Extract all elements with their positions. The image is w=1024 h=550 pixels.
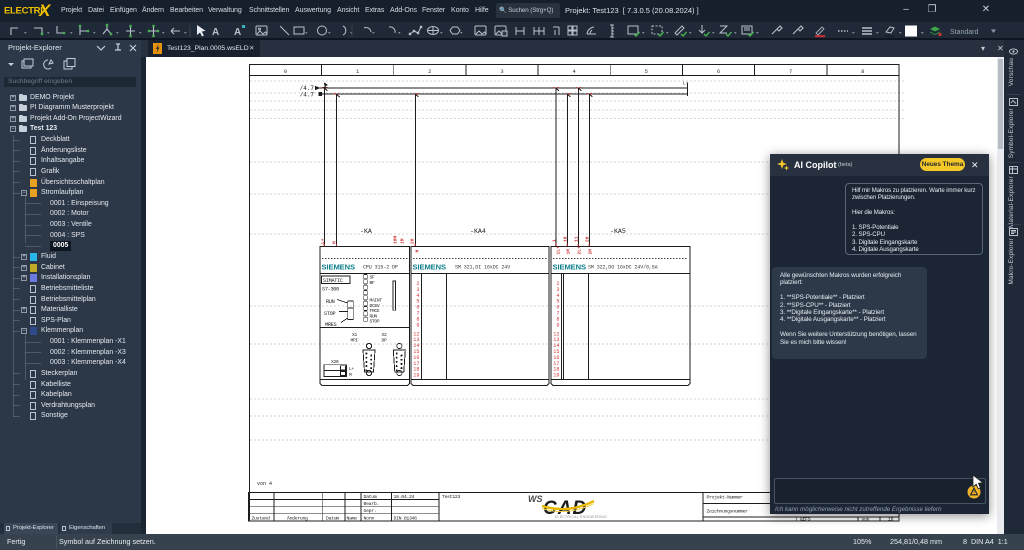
svg-text:S7-300: S7-300: [322, 287, 339, 293]
svg-text:Datum: Datum: [326, 516, 339, 522]
svg-text:ELECTRICAL ENGINEERING: ELECTRICAL ENGINEERING: [555, 515, 607, 519]
svg-text:3: 3: [500, 68, 503, 75]
svg-text:FRCE: FRCE: [370, 308, 380, 314]
svg-text:1M: 1M: [566, 249, 572, 255]
svg-text:A: A: [212, 27, 219, 38]
svg-text:SIEMENS: SIEMENS: [553, 263, 587, 272]
svg-text:19: 19: [413, 373, 419, 379]
svg-text:/4.7: /4.7: [300, 92, 315, 99]
svg-text:20: 20: [585, 236, 591, 242]
svg-text:A: A: [234, 27, 241, 38]
svg-text:MRES: MRES: [325, 322, 336, 328]
svg-text:Bearb.: Bearb.: [364, 501, 379, 507]
svg-text:X: X: [38, 1, 52, 19]
svg-text:2: 2: [428, 68, 431, 75]
svg-text:M: M: [349, 372, 352, 378]
svg-text:18.04.24: 18.04.24: [394, 494, 415, 500]
svg-text:19: 19: [553, 373, 559, 379]
svg-text:WS: WS: [528, 494, 543, 504]
svg-text:Zustand: Zustand: [252, 516, 270, 522]
svg-text:Norm: Norm: [364, 516, 375, 522]
svg-text:SIMATIC: SIMATIC: [323, 278, 343, 284]
svg-text:1M: 1M: [400, 238, 406, 244]
svg-text:20: 20: [410, 238, 416, 244]
svg-text:10M: 10M: [393, 235, 399, 244]
svg-text:L+: L+: [349, 366, 354, 372]
svg-text:ELECTRI: ELECTRI: [4, 6, 43, 17]
svg-text:SIEMENS: SIEMENS: [413, 263, 447, 272]
svg-text:CPU 315-2 DP: CPU 315-2 DP: [363, 265, 398, 271]
svg-text:Gepr.: Gepr.: [364, 508, 377, 514]
svg-text:16: 16: [888, 517, 894, 523]
svg-text:von: von: [862, 518, 870, 523]
svg-text:STOP: STOP: [370, 319, 380, 325]
svg-text:-KA: -KA: [360, 228, 372, 235]
svg-text:SM 321,DI 16xDC 24V: SM 321,DI 16xDC 24V: [455, 265, 510, 271]
svg-text:DCSV: DCSV: [370, 303, 380, 309]
svg-text:SM 322,DO 16xDC 24V/0,5A: SM 322,DO 16xDC 24V/0,5A: [588, 265, 658, 271]
svg-text:L+: L+: [683, 81, 689, 87]
svg-text:M: M: [415, 250, 421, 253]
svg-text:11: 11: [574, 236, 580, 242]
svg-text:MAINT: MAINT: [370, 298, 383, 304]
svg-text:Name: Name: [347, 516, 358, 522]
svg-text:10: 10: [563, 236, 569, 242]
svg-text:X1: X1: [352, 332, 357, 338]
svg-text:1: 1: [552, 239, 558, 242]
svg-text:1: 1: [356, 68, 360, 75]
svg-text:9: 9: [556, 322, 559, 328]
svg-text:L+: L+: [320, 238, 326, 244]
svg-text:Änderung: Änderung: [287, 515, 308, 522]
svg-text:1L+: 1L+: [556, 246, 562, 255]
svg-text:5: 5: [645, 68, 648, 75]
svg-text:RUN: RUN: [370, 313, 378, 319]
svg-text:M: M: [332, 241, 338, 244]
svg-text:RUN: RUN: [326, 299, 335, 305]
svg-text:DIN 81346: DIN 81346: [394, 516, 418, 522]
svg-text:-KA4: -KA4: [470, 228, 486, 235]
svg-text:4: 4: [573, 68, 577, 75]
svg-text:X2: X2: [382, 332, 387, 338]
svg-text:Zeichnungsnummer: Zeichnungsnummer: [707, 509, 749, 515]
svg-text:Projekt-Nummer: Projekt-Nummer: [707, 495, 744, 501]
svg-text:BF: BF: [370, 280, 375, 286]
svg-text:8: 8: [861, 68, 864, 75]
svg-text:6: 6: [717, 68, 720, 75]
svg-text:SF: SF: [370, 275, 375, 281]
svg-text:Test123: Test123: [442, 494, 460, 500]
svg-text:MPI: MPI: [351, 338, 359, 344]
svg-text:Standard: Standard: [950, 29, 979, 36]
svg-text:0: 0: [284, 68, 287, 75]
svg-text:2L+: 2L+: [577, 246, 583, 255]
svg-text:DP: DP: [382, 338, 387, 344]
svg-text:-KA5: -KA5: [610, 228, 626, 235]
svg-text:&EFS: &EFS: [800, 517, 811, 523]
svg-text:Datum: Datum: [364, 494, 377, 500]
svg-text:X20: X20: [331, 359, 339, 365]
svg-text:STOP: STOP: [324, 311, 335, 317]
svg-text:9: 9: [416, 322, 419, 328]
svg-text:2M: 2M: [588, 249, 594, 255]
svg-text:von 4: von 4: [257, 481, 272, 487]
svg-text:7: 7: [789, 68, 792, 75]
svg-text:SIEMENS: SIEMENS: [322, 263, 356, 272]
